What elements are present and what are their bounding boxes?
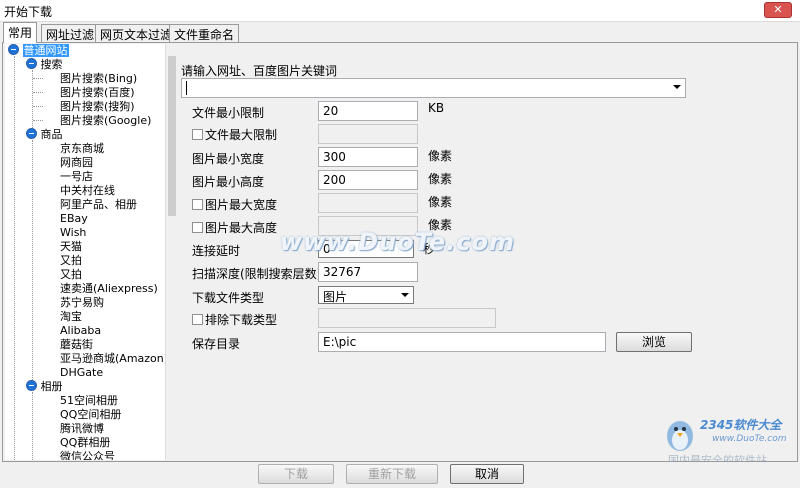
penguin-icon [667, 421, 693, 451]
file-type-select[interactable]: 图片 [318, 286, 414, 304]
max-size-input[interactable] [318, 124, 418, 144]
tree-item[interactable]: 淘宝 [60, 310, 82, 324]
delay-label: 连接延时 [192, 244, 241, 258]
tree-item[interactable]: 图片搜索(Bing) [60, 72, 137, 86]
depth-label: 扫描深度(限制搜索层数) [192, 267, 322, 281]
tree-item[interactable]: 腾讯微博 [60, 422, 104, 436]
pixel-unit: 像素 [428, 195, 453, 209]
tree-item[interactable]: 京东商城 [60, 142, 104, 156]
collapse-icon[interactable] [26, 128, 37, 139]
max-width-checkbox[interactable] [192, 199, 203, 210]
max-size-checkbox[interactable] [192, 129, 203, 140]
window-title: 开始下载 [4, 5, 53, 19]
size-unit: KB [428, 101, 445, 115]
tree-item[interactable]: 亚马逊商城(Amazon) [60, 352, 165, 366]
tree-group-search[interactable]: 搜索 [26, 58, 63, 72]
url-label: 请输入网址、百度图片关键词 [181, 64, 338, 78]
max-width-checkbox-row[interactable]: 图片最大宽度 [192, 196, 277, 213]
tree-item[interactable]: 图片搜索(百度) [60, 86, 135, 100]
tree-root[interactable]: 普通网站 [8, 44, 69, 58]
collapse-icon[interactable] [26, 58, 37, 69]
site-tree[interactable]: 普通网站 搜索 图片搜索(Bing) 图片搜索(百度) 图片搜索(搜狗) 图片搜… [5, 44, 165, 460]
tree-item[interactable]: 蘑菇街 [60, 338, 93, 352]
tree-group-goods[interactable]: 商品 [26, 128, 63, 142]
tree-item[interactable]: 微信公众号 [60, 450, 115, 460]
site-logo: 2345软件大全 www.DuoTe.com 国内最安全的软件站 [660, 412, 796, 467]
tab-text-filter[interactable]: 网页文本过滤 [95, 24, 178, 42]
min-width-input[interactable]: 300 [318, 147, 418, 167]
tree-item[interactable]: 又拍 [60, 254, 82, 268]
pixel-unit: 像素 [428, 172, 453, 186]
tree-item[interactable]: 图片搜索(搜狗) [60, 100, 135, 114]
min-height-label: 图片最小高度 [192, 175, 265, 189]
save-dir-label: 保存目录 [192, 337, 241, 351]
save-dir-input[interactable]: E:\pic [318, 332, 606, 352]
tree-group-album[interactable]: 相册 [26, 380, 63, 394]
download-button[interactable]: 下载 [258, 464, 334, 484]
max-height-checkbox-row[interactable]: 图片最大高度 [192, 219, 277, 236]
logo-brand: 2345软件大全 [700, 418, 782, 432]
tree-item[interactable]: QQ空间相册 [60, 408, 121, 422]
collapse-icon[interactable] [8, 44, 19, 55]
min-height-input[interactable]: 200 [318, 170, 418, 190]
max-height-checkbox[interactable] [192, 222, 203, 233]
tab-common[interactable]: 常用 [3, 22, 38, 43]
exclude-type-checkbox[interactable] [192, 314, 203, 325]
min-size-input[interactable]: 20 [318, 101, 418, 121]
url-combobox[interactable] [181, 78, 686, 98]
close-button[interactable]: ✕ [764, 2, 792, 18]
text-caret [186, 81, 187, 95]
tree-item[interactable]: QQ群相册 [60, 436, 110, 450]
tree-item[interactable]: 51空间相册 [60, 394, 118, 408]
tree-item[interactable]: DHGate [60, 366, 103, 380]
tree-item[interactable]: 又拍 [60, 268, 82, 282]
browse-button[interactable]: 浏览 [616, 332, 692, 352]
pixel-unit: 像素 [428, 149, 453, 163]
tab-rename[interactable]: 文件重命名 [169, 24, 240, 42]
tree-item[interactable]: 图片搜索(Google) [60, 114, 151, 128]
redownload-button[interactable]: 重新下载 [346, 464, 438, 484]
tree-item[interactable]: Alibaba [60, 324, 101, 338]
exclude-checkbox-row[interactable]: 排除下载类型 [192, 311, 277, 328]
logo-url: www.DuoTe.com [712, 434, 787, 444]
tree-item[interactable]: 阿里产品、相册 [60, 198, 137, 212]
tree-item[interactable]: 一号店 [60, 170, 93, 184]
tree-item[interactable]: Wish [60, 226, 86, 240]
tree-item[interactable]: 苏宁易购 [60, 296, 104, 310]
max-size-checkbox-row[interactable]: 文件最大限制 [192, 126, 277, 143]
watermark-text: www.DuoTe.com [280, 228, 515, 256]
tree-scrollbar[interactable] [165, 44, 177, 460]
max-width-input[interactable] [318, 193, 418, 213]
scroll-thumb[interactable] [168, 56, 176, 216]
dropdown-arrow-icon[interactable] [673, 85, 681, 89]
tree-item[interactable]: 天猫 [60, 240, 82, 254]
min-width-label: 图片最小宽度 [192, 152, 265, 166]
tree-item[interactable]: 网商园 [60, 156, 93, 170]
cancel-button[interactable]: 取消 [450, 464, 524, 484]
dropdown-arrow-icon[interactable] [401, 293, 409, 297]
type-label: 下载文件类型 [192, 291, 265, 305]
tree-item[interactable]: 速卖通(Aliexpress) [60, 282, 158, 296]
tab-url-filter[interactable]: 网址过滤 [41, 24, 100, 42]
tree-item[interactable]: EBay [60, 212, 88, 226]
tree-item[interactable]: 中关村在线 [60, 184, 115, 198]
min-size-label: 文件最小限制 [192, 106, 265, 120]
title-bar: 开始下载 ✕ [0, 0, 800, 22]
exclude-type-input[interactable] [318, 308, 496, 328]
depth-input[interactable]: 32767 [318, 262, 418, 282]
collapse-icon[interactable] [26, 380, 37, 391]
